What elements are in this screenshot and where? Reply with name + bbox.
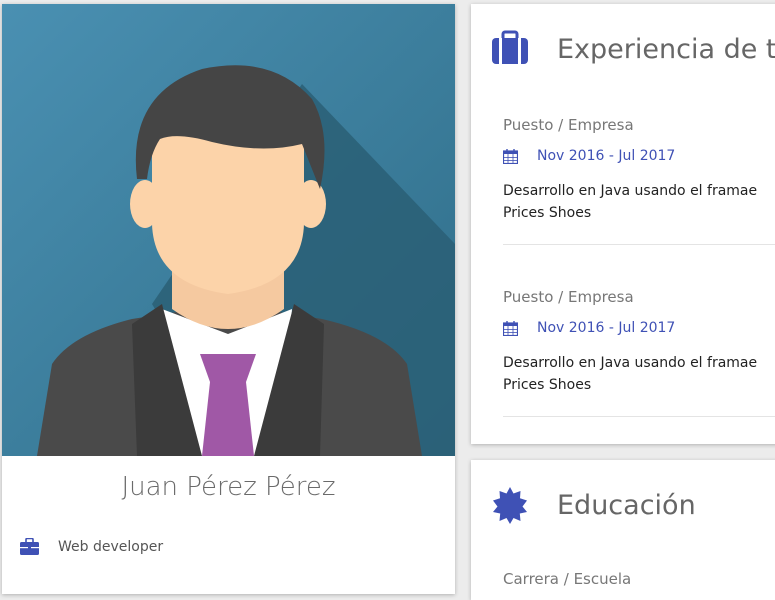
role-row: Web developer [20, 538, 163, 555]
education-entry-title: Carrera / Escuela [503, 570, 632, 588]
avatar [2, 4, 455, 456]
entry-position: Puesto / Empresa [503, 288, 634, 306]
education-title: Educación [557, 489, 696, 521]
experience-header: Experiencia de tr [491, 30, 775, 68]
profile-role: Web developer [58, 538, 164, 555]
entry-position: Puesto / Empresa [503, 116, 634, 134]
experience-entry: Puesto / Empresa Nov 2016 - Jul 2017 Des… [503, 288, 775, 417]
education-header: Educación [491, 486, 696, 524]
entry-description-line: Desarrollo en Java usando el framae [503, 355, 758, 371]
entry-dates: Nov 2016 - Jul 2017 [537, 320, 676, 336]
entry-description-line: Prices Shoes [503, 205, 592, 221]
profile-name: Juan Pérez Pérez [121, 472, 336, 502]
entry-dates: Nov 2016 - Jul 2017 [537, 148, 676, 164]
education-card: Educación Carrera / Escuela [471, 460, 775, 600]
calendar-icon [503, 148, 518, 164]
profile-card: Juan Pérez Pérez Web developer [2, 4, 455, 594]
seal-icon [493, 487, 527, 524]
entry-divider [503, 416, 775, 417]
entry-description-line: Desarrollo en Java usando el framae [503, 183, 758, 199]
entry-date-row: Nov 2016 - Jul 2017 [503, 320, 775, 336]
experience-title: Experiencia de tr [557, 33, 775, 65]
entry-divider [503, 244, 775, 245]
experience-card: Experiencia de tr Puesto / Empresa Nov 2… [471, 4, 775, 444]
entry-description-line: Prices Shoes [503, 377, 592, 393]
entry-description: Desarrollo en Java usando el framae Pric… [503, 352, 775, 396]
experience-entry: Puesto / Empresa Nov 2016 - Jul 2017 Des… [503, 116, 775, 245]
briefcase-icon [492, 30, 528, 64]
briefcase-icon [20, 538, 39, 555]
entry-description: Desarrollo en Java usando el framae Pric… [503, 180, 775, 224]
calendar-icon [503, 320, 518, 336]
entry-date-row: Nov 2016 - Jul 2017 [503, 148, 775, 164]
